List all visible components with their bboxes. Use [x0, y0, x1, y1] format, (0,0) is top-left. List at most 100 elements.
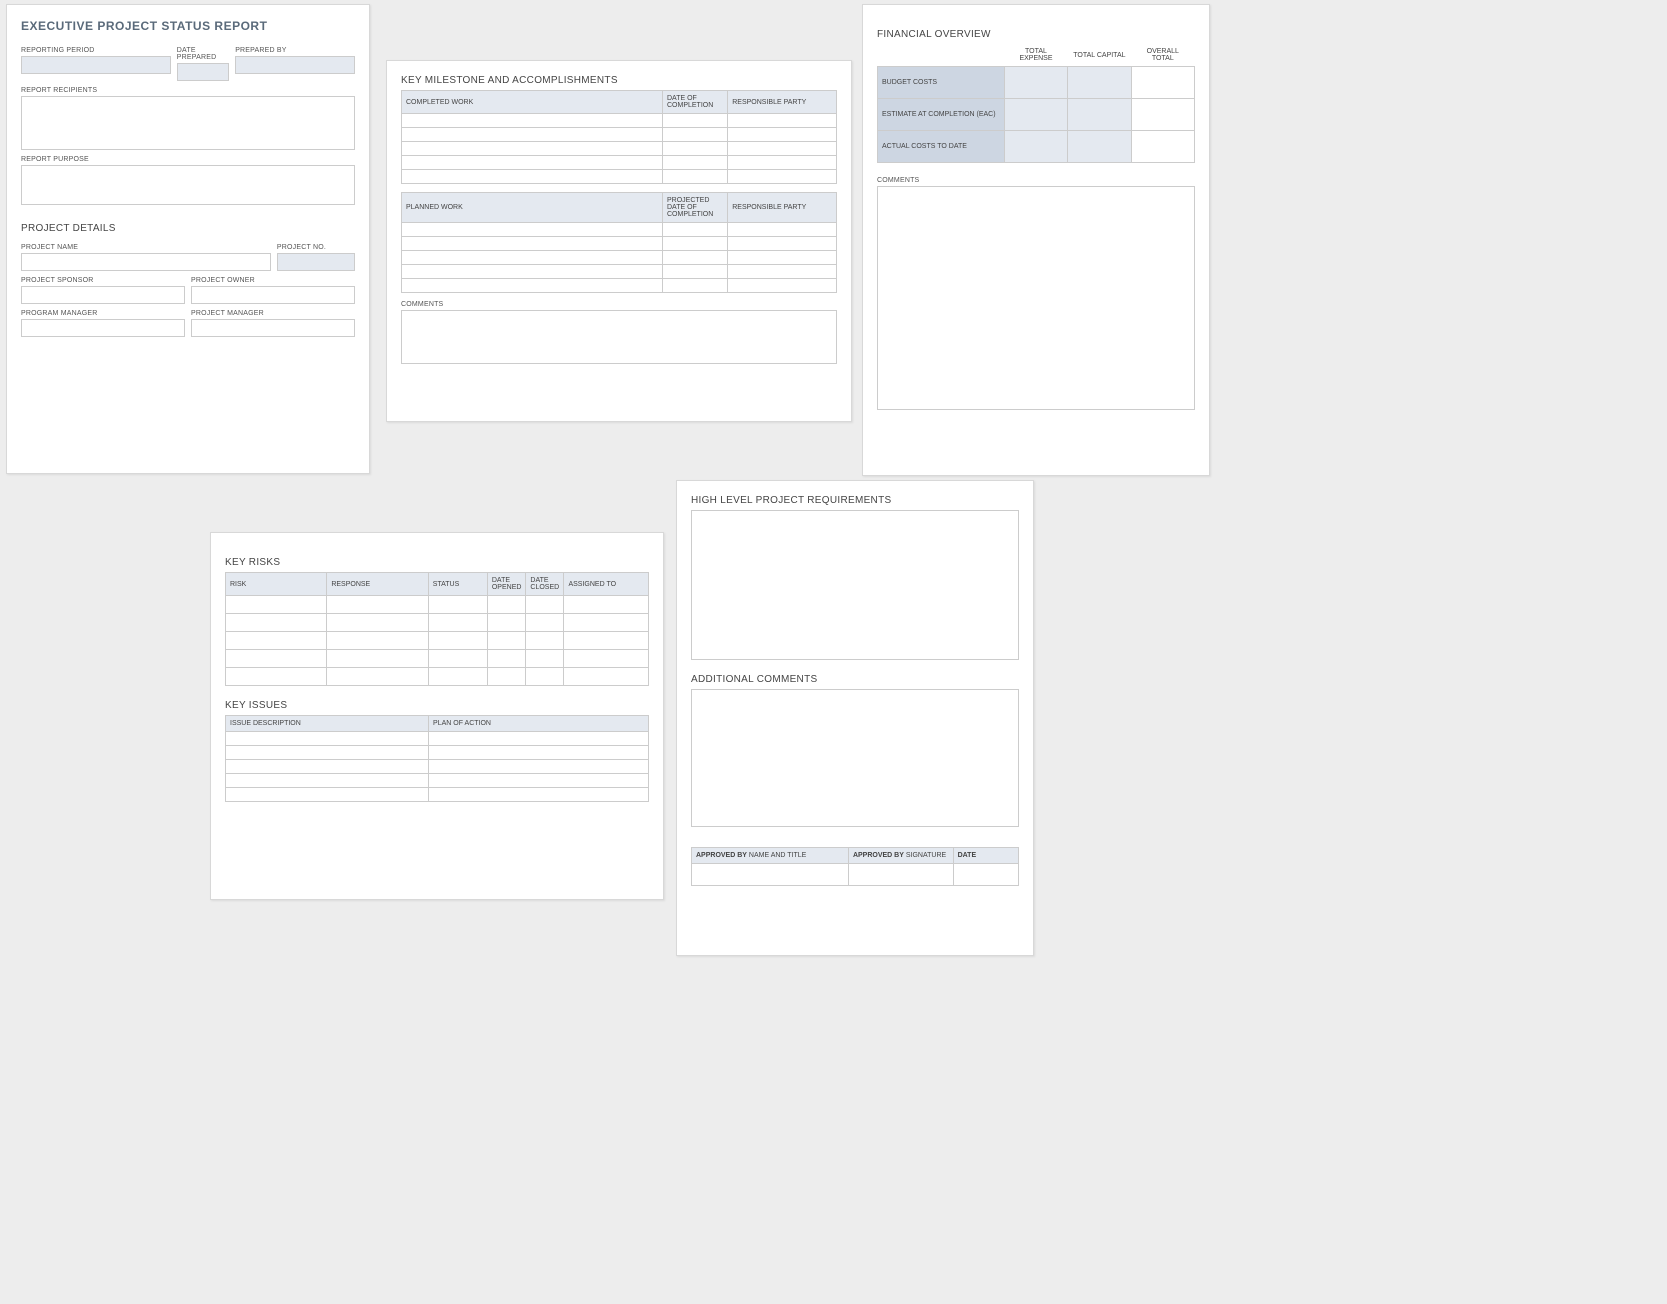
cell-budget-expense[interactable]: [1004, 67, 1067, 99]
th-overall-total: OVERALL TOTAL: [1131, 44, 1194, 67]
card-milestones: KEY MILESTONE AND ACCOMPLISHMENTS COMPLE…: [386, 60, 852, 422]
table-row[interactable]: [402, 128, 837, 142]
th-status: STATUS: [428, 573, 487, 596]
table-row[interactable]: [402, 251, 837, 265]
input-date-prepared[interactable]: [177, 63, 229, 81]
lbl-report-recipients: REPORT RECIPIENTS: [21, 87, 355, 94]
th-approved-date: DATE: [953, 848, 1018, 864]
approved-by-sig-suffix: SIGNATURE: [904, 852, 946, 859]
input-project-sponsor[interactable]: [21, 286, 185, 304]
th-assigned-to: ASSIGNED TO: [564, 573, 649, 596]
input-project-owner[interactable]: [191, 286, 355, 304]
table-row[interactable]: [402, 237, 837, 251]
input-financial-comments[interactable]: [877, 186, 1195, 410]
table-row[interactable]: [402, 142, 837, 156]
th-responsible-party: RESPONSIBLE PARTY: [728, 91, 837, 114]
input-reporting-period[interactable]: [21, 56, 171, 74]
input-requirements[interactable]: [691, 510, 1019, 660]
table-risks: RISK RESPONSE STATUS DATE OPENED DATE CL…: [225, 572, 649, 686]
lbl-project-manager: PROJECT MANAGER: [191, 310, 355, 317]
table-row[interactable]: [226, 732, 649, 746]
lbl-date-prepared: DATE PREPARED: [177, 47, 229, 61]
table-issues: ISSUE DESCRIPTION PLAN OF ACTION: [225, 715, 649, 802]
th-total-expense: TOTAL EXPENSE: [1004, 44, 1067, 67]
cell-actual-capital[interactable]: [1068, 131, 1131, 163]
lbl-report-purpose: REPORT PURPOSE: [21, 156, 355, 163]
table-row[interactable]: [402, 223, 837, 237]
lbl-project-no: PROJECT NO.: [277, 244, 355, 251]
cell-budget-total[interactable]: [1131, 67, 1194, 99]
lbl-financial-comments: COMMENTS: [877, 177, 1195, 184]
th-approved-signature: APPROVED BY SIGNATURE: [848, 848, 953, 864]
th-planned-work: PLANNED WORK: [402, 193, 663, 223]
cell-eac-total[interactable]: [1131, 99, 1194, 131]
lbl-milestone-comments: COMMENTS: [401, 301, 837, 308]
table-approval: APPROVED BY NAME AND TITLE APPROVED BY S…: [691, 847, 1019, 886]
approved-by-name-suffix: NAME AND TITLE: [747, 852, 806, 859]
table-row[interactable]: [402, 279, 837, 293]
row-budget-costs: BUDGET COSTS: [878, 67, 1005, 99]
heading-issues: KEY ISSUES: [225, 700, 649, 711]
cell-actual-expense[interactable]: [1004, 131, 1067, 163]
table-row[interactable]: [226, 614, 649, 632]
th-plan-of-action: PLAN OF ACTION: [429, 716, 649, 732]
th-date-closed: DATE CLOSED: [526, 573, 564, 596]
card-financial: FINANCIAL OVERVIEW TOTAL EXPENSE TOTAL C…: [862, 4, 1210, 476]
lbl-reporting-period: REPORTING PERIOD: [21, 47, 171, 54]
report-title: EXECUTIVE PROJECT STATUS REPORT: [21, 19, 355, 33]
lbl-project-owner: PROJECT OWNER: [191, 277, 355, 284]
input-project-no[interactable]: [277, 253, 355, 271]
approved-by-bold-2: APPROVED BY: [853, 852, 904, 859]
table-row[interactable]: [226, 632, 649, 650]
input-project-name[interactable]: [21, 253, 271, 271]
input-additional-comments[interactable]: [691, 689, 1019, 827]
heading-risks: KEY RISKS: [225, 557, 649, 568]
lbl-prepared-by: PREPARED BY: [235, 47, 355, 54]
table-row[interactable]: [402, 265, 837, 279]
th-responsible-party-2: RESPONSIBLE PARTY: [728, 193, 837, 223]
table-row[interactable]: [226, 596, 649, 614]
lbl-program-manager: PROGRAM MANAGER: [21, 310, 185, 317]
table-row[interactable]: [402, 114, 837, 128]
input-program-manager[interactable]: [21, 319, 185, 337]
input-project-manager[interactable]: [191, 319, 355, 337]
cell-budget-capital[interactable]: [1068, 67, 1131, 99]
card-risks-issues: KEY RISKS RISK RESPONSE STATUS DATE OPEN…: [210, 532, 664, 900]
input-report-purpose[interactable]: [21, 165, 355, 205]
th-total-capital: TOTAL CAPITAL: [1068, 44, 1131, 67]
heading-requirements: HIGH LEVEL PROJECT REQUIREMENTS: [691, 495, 1019, 506]
table-financial: TOTAL EXPENSE TOTAL CAPITAL OVERALL TOTA…: [877, 44, 1195, 163]
table-row[interactable]: [226, 668, 649, 686]
row-actual: ACTUAL COSTS TO DATE: [878, 131, 1005, 163]
cell-eac-expense[interactable]: [1004, 99, 1067, 131]
cell-eac-capital[interactable]: [1068, 99, 1131, 131]
table-row[interactable]: [402, 156, 837, 170]
th-date-opened: DATE OPENED: [487, 573, 526, 596]
card-requirements: HIGH LEVEL PROJECT REQUIREMENTS ADDITION…: [676, 480, 1034, 956]
table-row[interactable]: [402, 170, 837, 184]
heading-project-details: PROJECT DETAILS: [21, 223, 355, 234]
table-planned-work: PLANNED WORK PROJECTED DATE OF COMPLETIO…: [401, 192, 837, 293]
cell-actual-total[interactable]: [1131, 131, 1194, 163]
approved-by-bold-1: APPROVED BY: [696, 852, 747, 859]
heading-financial: FINANCIAL OVERVIEW: [877, 29, 1195, 40]
heading-milestones: KEY MILESTONE AND ACCOMPLISHMENTS: [401, 75, 837, 86]
input-milestone-comments[interactable]: [401, 310, 837, 364]
th-date-of-completion: DATE OF COMPLETION: [663, 91, 728, 114]
row-eac: ESTIMATE AT COMPLETION (EAC): [878, 99, 1005, 131]
input-prepared-by[interactable]: [235, 56, 355, 74]
table-row[interactable]: [226, 760, 649, 774]
table-row[interactable]: [692, 864, 1019, 886]
input-report-recipients[interactable]: [21, 96, 355, 150]
lbl-project-name: PROJECT NAME: [21, 244, 271, 251]
th-response: RESPONSE: [327, 573, 428, 596]
approved-date: DATE: [958, 852, 977, 859]
heading-additional-comments: ADDITIONAL COMMENTS: [691, 674, 1019, 685]
th-approved-name: APPROVED BY NAME AND TITLE: [692, 848, 849, 864]
table-row[interactable]: [226, 650, 649, 668]
table-row[interactable]: [226, 788, 649, 802]
card-project-header: EXECUTIVE PROJECT STATUS REPORT REPORTIN…: [6, 4, 370, 474]
table-row[interactable]: [226, 746, 649, 760]
table-completed-work: COMPLETED WORK DATE OF COMPLETION RESPON…: [401, 90, 837, 184]
table-row[interactable]: [226, 774, 649, 788]
